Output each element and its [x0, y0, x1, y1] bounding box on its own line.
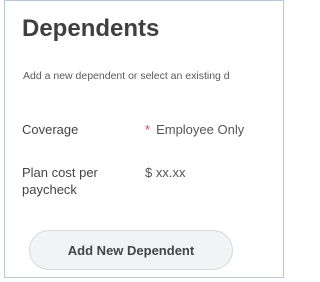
coverage-label: Coverage	[22, 122, 79, 137]
page-title: Dependents	[22, 15, 160, 42]
required-asterisk: *	[145, 122, 151, 137]
plan-cost-value: $ xx.xx	[145, 165, 186, 180]
plan-cost-label: Plan cost per paycheck	[22, 165, 98, 197]
instruction-text: Add a new dependent or select an existin…	[23, 70, 230, 82]
coverage-value-text: Employee Only	[156, 122, 245, 137]
add-new-dependent-button[interactable]: Add New Dependent	[29, 230, 233, 270]
dependents-panel: Dependents Add a new dependent or select…	[4, 0, 284, 278]
coverage-value: * Employee Only	[145, 121, 244, 138]
